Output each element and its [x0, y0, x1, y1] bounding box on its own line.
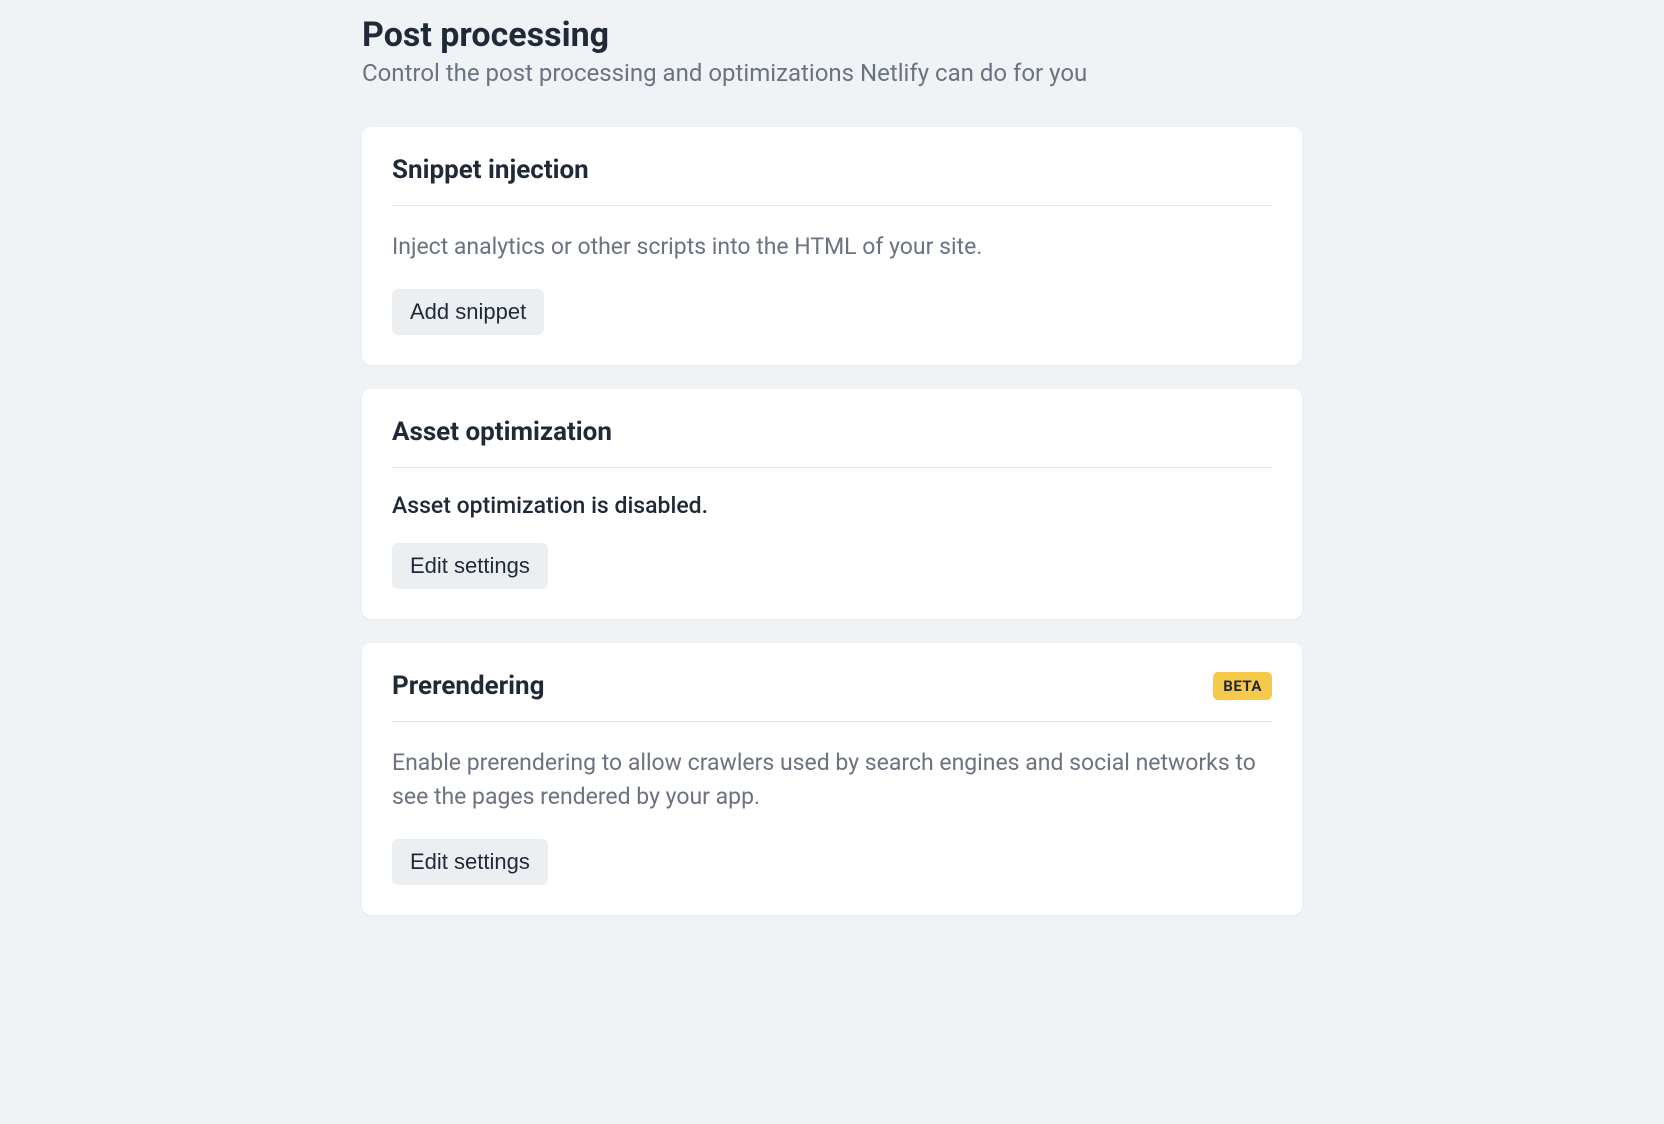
snippet-injection-title: Snippet injection	[392, 155, 589, 185]
add-snippet-button[interactable]: Add snippet	[392, 289, 544, 335]
page-subtitle: Control the post processing and optimiza…	[362, 59, 1302, 87]
card-header: Prerendering BETA	[392, 671, 1272, 722]
snippet-injection-description: Inject analytics or other scripts into t…	[392, 230, 1272, 265]
settings-container: Post processing Control the post process…	[342, 15, 1322, 915]
asset-optimization-card: Asset optimization Asset optimization is…	[362, 389, 1302, 619]
page-header: Post processing Control the post process…	[362, 15, 1302, 87]
asset-edit-settings-button[interactable]: Edit settings	[392, 543, 548, 589]
prerendering-description: Enable prerendering to allow crawlers us…	[392, 746, 1272, 815]
card-header: Asset optimization	[392, 417, 1272, 468]
card-header: Snippet injection	[392, 155, 1272, 206]
prerendering-title: Prerendering	[392, 671, 544, 701]
asset-optimization-title: Asset optimization	[392, 417, 612, 447]
page-title: Post processing	[362, 15, 1302, 55]
prerendering-card: Prerendering BETA Enable prerendering to…	[362, 643, 1302, 915]
prerendering-edit-settings-button[interactable]: Edit settings	[392, 839, 548, 885]
asset-optimization-status: Asset optimization is disabled.	[392, 492, 1272, 519]
beta-badge: BETA	[1213, 672, 1272, 700]
snippet-injection-card: Snippet injection Inject analytics or ot…	[362, 127, 1302, 365]
